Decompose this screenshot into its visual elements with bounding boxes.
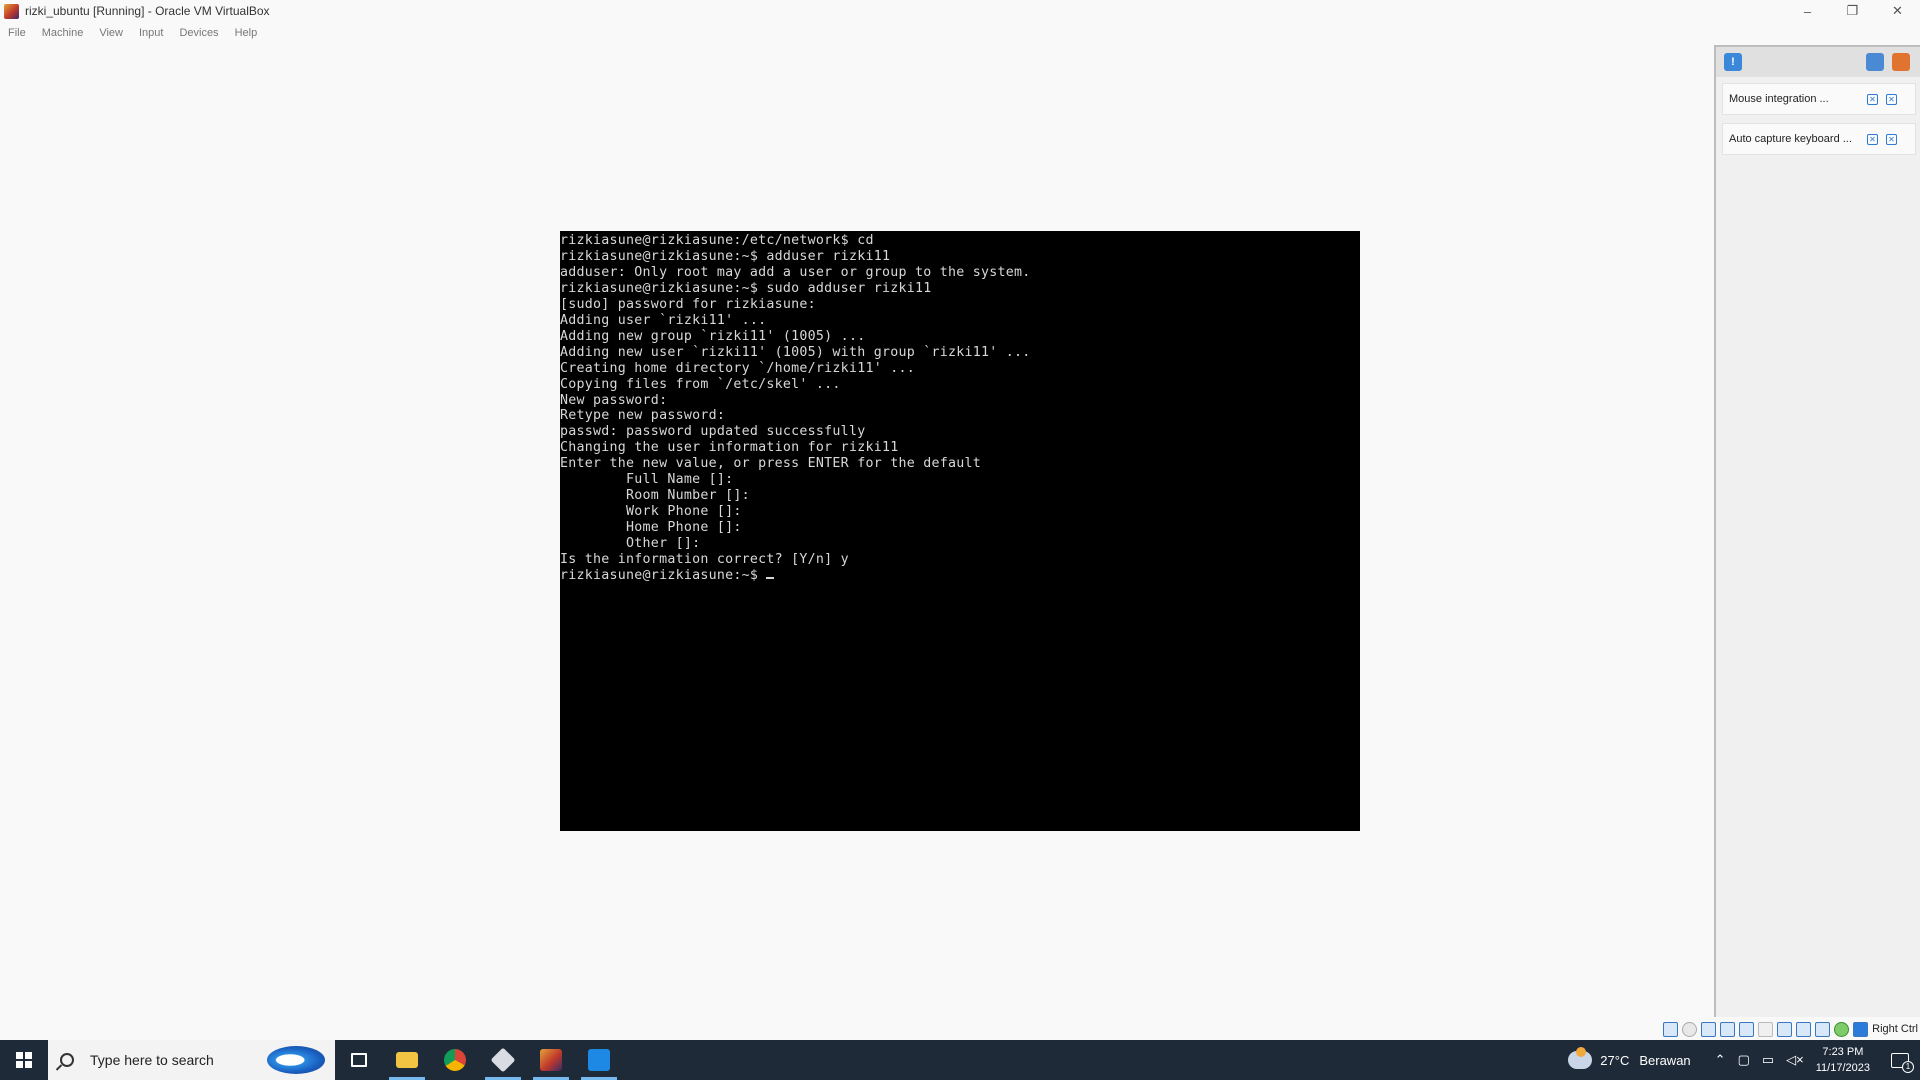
search-icon xyxy=(60,1053,74,1067)
optical-drive-icon[interactable] xyxy=(1682,1021,1698,1037)
restore-button[interactable]: ❐ xyxy=(1830,0,1875,22)
notification-text: Mouse integration ... xyxy=(1729,93,1829,105)
terminal-line: Adding new user `rizki11' (1005) with gr… xyxy=(560,344,1031,360)
virtualbox-cube-icon xyxy=(490,1047,516,1073)
taskbar-vm-window[interactable] xyxy=(527,1040,575,1080)
menu-input[interactable]: Input xyxy=(139,27,163,39)
taskbar-chrome[interactable] xyxy=(431,1040,479,1080)
terminal-line: Changing the user information for rizki1… xyxy=(560,440,899,456)
terminal-line: Creating home directory `/home/rizki11' … xyxy=(560,360,915,376)
vm-window-icon xyxy=(540,1049,562,1071)
network-icon[interactable] xyxy=(1720,1021,1736,1037)
recording-icon[interactable] xyxy=(1796,1021,1812,1037)
vm-terminal-display[interactable]: rizkiasune@rizkiasune:/etc/network$ cd r… xyxy=(560,231,1360,831)
title-bar: rizki_ubuntu [Running] - Oracle VM Virtu… xyxy=(0,0,1920,22)
dock-panel-icon[interactable] xyxy=(1866,53,1884,71)
system-tray: 27°C Berawan ⌃ ▢ ▭ ◁× 7:23 PM 11/17/2023… xyxy=(1568,1040,1920,1080)
clock-date: 11/17/2023 xyxy=(1815,1062,1870,1074)
terminal-line: adduser: Only root may add a user or gro… xyxy=(560,264,1031,280)
taskbar-search[interactable]: Type here to search xyxy=(48,1040,335,1080)
taskbar-file-explorer[interactable] xyxy=(383,1040,431,1080)
dismiss-all-icon[interactable] xyxy=(1892,53,1910,71)
notification-item[interactable]: Mouse integration ... ✕ ✕ xyxy=(1722,83,1916,115)
menu-bar: File Machine View Input Devices Help xyxy=(0,23,273,43)
host-key-label[interactable]: Right Ctrl xyxy=(1872,1023,1918,1035)
photos-icon xyxy=(588,1049,610,1071)
hard-disk-icon[interactable] xyxy=(1663,1021,1679,1037)
terminal-line: rizkiasune@rizkiasune:/etc/network$ cd xyxy=(560,233,874,248)
menu-help[interactable]: Help xyxy=(235,27,258,39)
terminal-line: Adding new group `rizki11' (1005) ... xyxy=(560,328,866,344)
notification-item[interactable]: Auto capture keyboard ... ✕ ✕ xyxy=(1722,123,1916,155)
meet-now-icon[interactable]: ▢ xyxy=(1738,1052,1750,1068)
terminal-line: rizkiasune@rizkiasune:~$ adduser rizki11 xyxy=(560,248,891,264)
notification-panel: ! Mouse integration ... ✕ ✕ Auto capture… xyxy=(1714,45,1920,1017)
terminal-line: Adding user `rizki11' ... xyxy=(560,312,767,328)
task-view-icon xyxy=(351,1053,367,1067)
terminal-cursor xyxy=(766,577,775,580)
notification-count-badge: 1 xyxy=(1902,1060,1914,1073)
taskbar-virtualbox[interactable] xyxy=(479,1040,527,1080)
terminal-line: Is the information correct? [Y/n] y xyxy=(560,552,849,568)
mouse-integration-icon[interactable] xyxy=(1853,1021,1869,1037)
windows-logo-icon xyxy=(16,1052,32,1068)
taskbar-photos[interactable] xyxy=(575,1040,623,1080)
show-hidden-icons-icon[interactable]: ⌃ xyxy=(1715,1052,1726,1068)
start-button[interactable] xyxy=(0,1040,48,1080)
guest-additions-icon[interactable] xyxy=(1834,1021,1850,1037)
notification-text: Auto capture keyboard ... xyxy=(1729,133,1852,145)
window-controls: – ❐ ✕ xyxy=(1785,0,1920,22)
close-notification-icon[interactable]: ✕ xyxy=(1886,133,1897,145)
terminal-line: New password: xyxy=(560,392,668,408)
terminal-line: Home Phone []: xyxy=(560,520,742,536)
clock-time: 7:23 PM xyxy=(1822,1046,1864,1058)
notification-icon: 1 xyxy=(1891,1052,1914,1073)
menu-view[interactable]: View xyxy=(99,27,123,39)
file-explorer-icon xyxy=(396,1052,418,1068)
shared-folders-icon[interactable] xyxy=(1758,1021,1774,1037)
terminal-line: Full Name []: xyxy=(560,472,734,488)
menu-devices[interactable]: Devices xyxy=(179,27,218,39)
minimize-button[interactable]: – xyxy=(1785,0,1830,22)
virtualbox-icon xyxy=(4,3,19,19)
window-title: rizki_ubuntu [Running] - Oracle VM Virtu… xyxy=(25,4,270,18)
terminal-line: [sudo] password for rizkiasune: xyxy=(560,296,816,312)
task-view-button[interactable] xyxy=(335,1040,383,1080)
notification-center-icon[interactable]: ! xyxy=(1724,53,1742,71)
do-not-show-icon[interactable]: ✕ xyxy=(1867,93,1878,105)
weather-description[interactable]: Berawan xyxy=(1639,1053,1690,1068)
terminal-line: Retype new password: xyxy=(560,408,726,424)
notification-panel-header: ! xyxy=(1716,47,1920,77)
do-not-show-icon[interactable]: ✕ xyxy=(1867,133,1878,145)
taskbar: Type here to search 27°C Berawan ⌃ ▢ ▭ ◁… xyxy=(0,1040,1920,1080)
search-highlight-image[interactable] xyxy=(267,1046,325,1074)
terminal-line: Work Phone []: xyxy=(560,504,742,520)
network-status-icon[interactable]: ▭ xyxy=(1762,1052,1774,1068)
close-button[interactable]: ✕ xyxy=(1875,0,1920,22)
vm-status-bar: Right Ctrl xyxy=(1659,1019,1920,1039)
search-placeholder: Type here to search xyxy=(90,1052,214,1068)
terminal-line: Enter the new value, or press ENTER for … xyxy=(560,456,982,472)
display-icon[interactable] xyxy=(1777,1021,1793,1037)
cpu-icon[interactable] xyxy=(1815,1021,1831,1037)
usb-icon[interactable] xyxy=(1739,1021,1755,1037)
weather-cloudy-icon[interactable] xyxy=(1568,1047,1593,1069)
terminal-prompt: rizkiasune@rizkiasune:~$ xyxy=(560,568,767,584)
action-center-button[interactable]: 1 xyxy=(1880,1040,1920,1080)
audio-icon[interactable] xyxy=(1701,1021,1717,1037)
taskbar-clock[interactable]: 7:23 PM 11/17/2023 xyxy=(1816,1044,1870,1076)
chrome-icon xyxy=(444,1049,466,1071)
terminal-line: passwd: password updated successfully xyxy=(560,424,866,440)
volume-muted-icon[interactable]: ◁× xyxy=(1786,1052,1804,1068)
weather-temperature[interactable]: 27°C xyxy=(1600,1053,1629,1068)
menu-file[interactable]: File xyxy=(8,27,26,39)
terminal-prompt-line: rizkiasune@rizkiasune:~$ xyxy=(560,568,1360,584)
terminal-line: rizkiasune@rizkiasune:~$ sudo adduser ri… xyxy=(560,280,932,296)
terminal-line: Room Number []: xyxy=(560,488,750,504)
terminal-line: Copying files from `/etc/skel' ... xyxy=(560,376,841,392)
terminal-line: Other []: xyxy=(560,536,701,552)
menu-machine[interactable]: Machine xyxy=(42,27,84,39)
close-notification-icon[interactable]: ✕ xyxy=(1886,93,1897,105)
